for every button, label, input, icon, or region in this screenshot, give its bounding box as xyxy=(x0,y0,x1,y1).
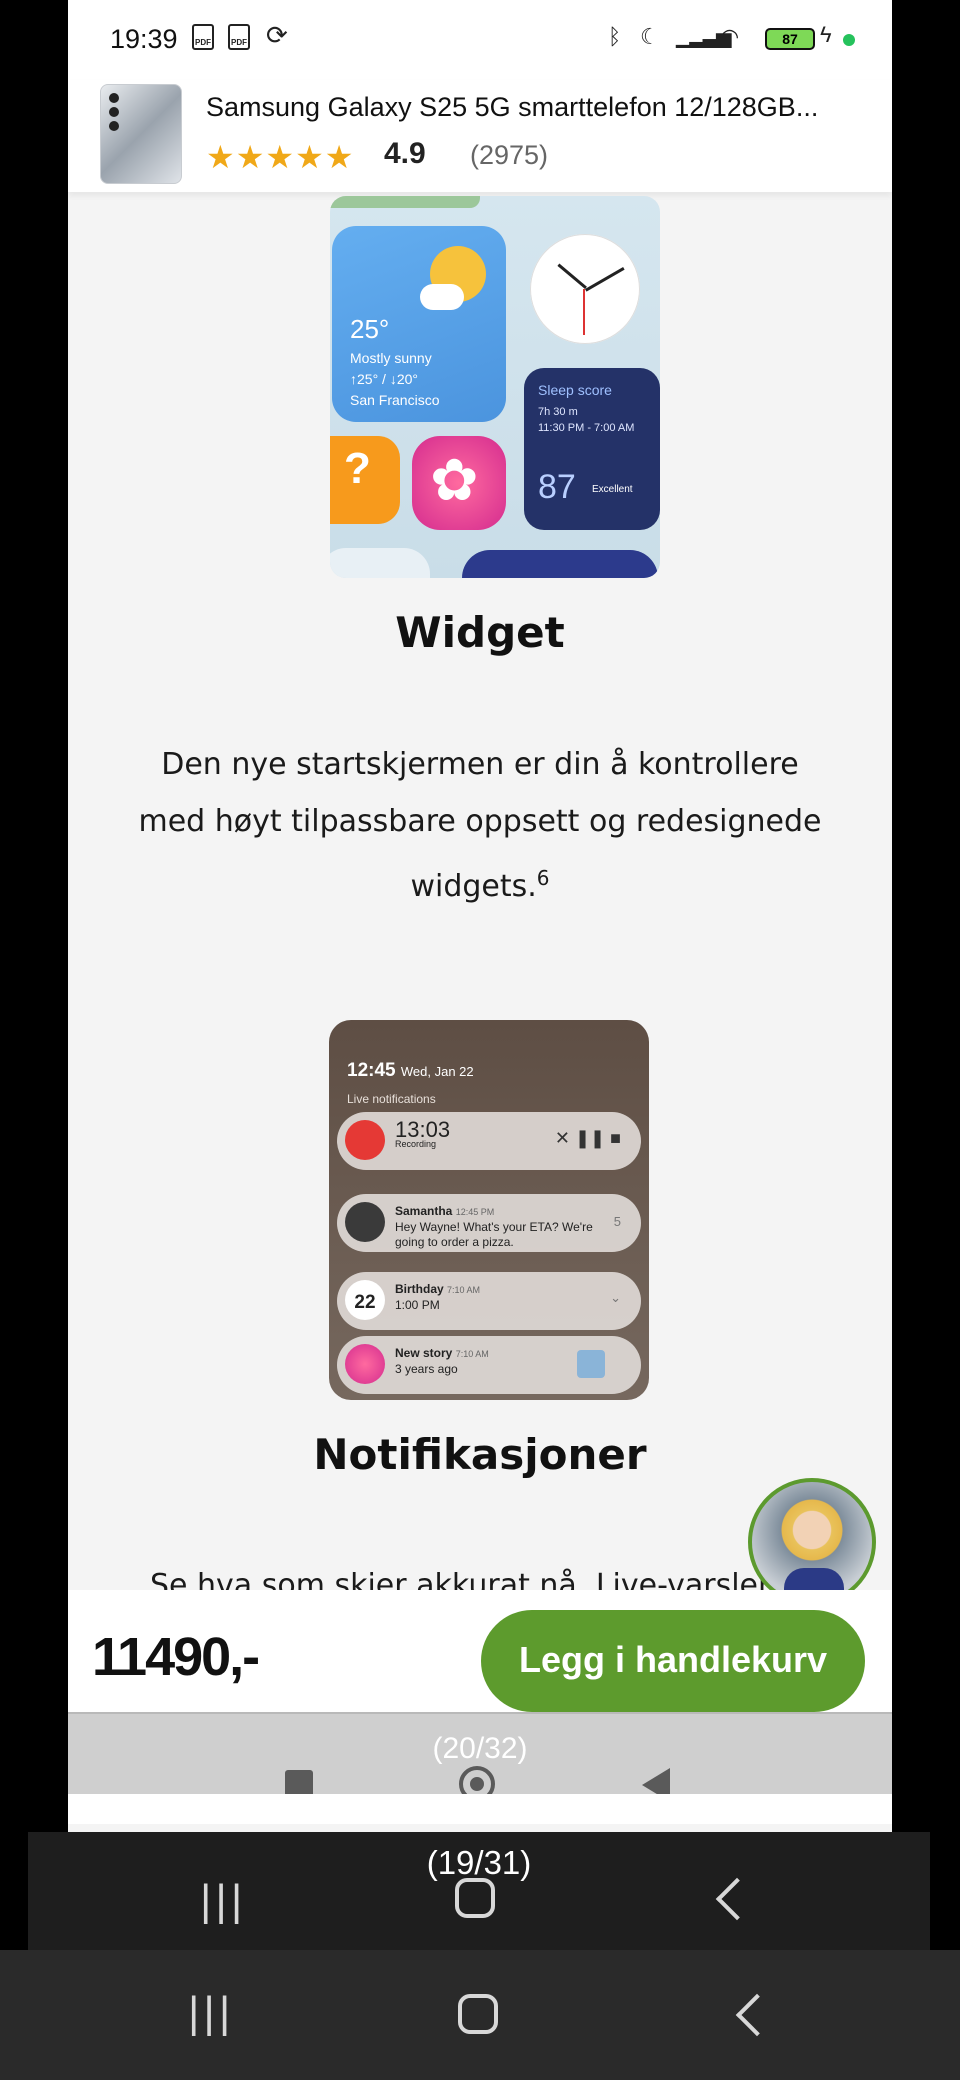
back-icon[interactable] xyxy=(735,1993,779,2037)
calendar-notification: 22 Birthday 7:10 AM 1:00 PM ⌄ xyxy=(337,1272,641,1330)
sleep-rating: Excellent xyxy=(592,484,633,495)
status-bar: 19:39 PDF PDF ⟳ ᛒ ☾ ▁▂▃▅ ◠ 87 ϟ xyxy=(68,0,892,80)
add-to-cart-button[interactable]: Legg i handlekurv xyxy=(481,1610,865,1712)
widget-strip xyxy=(330,196,480,208)
widget-section-body: Den nye startskjermen er din å kontrolle… xyxy=(138,747,822,904)
bluetooth-icon: ᛒ xyxy=(608,24,622,49)
recorder-icon xyxy=(345,1120,385,1160)
clock-minute-hand xyxy=(585,267,625,292)
camera-lens xyxy=(109,107,119,117)
clock-hour-hand xyxy=(557,263,587,289)
sleep-widget: Sleep score 7h 30 m 11:30 PM - 7:00 AM 8… xyxy=(524,368,660,530)
battery-icon: 87 xyxy=(765,28,815,50)
weather-widget: 25° Mostly sunny ↑25° / ↓20° San Francis… xyxy=(332,226,506,422)
pdf-icon: PDF xyxy=(228,24,250,50)
chevron-down-icon: ⌄ xyxy=(610,1290,621,1305)
back-icon[interactable] xyxy=(715,1877,759,1921)
status-time: 19:39 xyxy=(110,24,178,54)
widget-section-title: Widget xyxy=(395,608,565,657)
review-count[interactable]: (2975) xyxy=(470,140,548,171)
product-header[interactable]: Samsung Galaxy S25 5G smarttelefon 12/12… xyxy=(68,80,892,192)
weather-temperature: 25° xyxy=(350,314,390,344)
lockscreen-time: 12:45 Wed, Jan 22 xyxy=(347,1060,474,1081)
live-notifications-label: Live notifications xyxy=(347,1092,436,1106)
recording-time: 13:03 xyxy=(395,1117,451,1142)
calendar-sub: 1:00 PM xyxy=(395,1298,440,1312)
weather-condition: Mostly sunny xyxy=(350,350,432,366)
recents-icon[interactable]: ||| xyxy=(200,1876,246,1926)
message-time: 12:45 PM xyxy=(455,1207,495,1217)
widget-partial xyxy=(330,548,430,578)
home-icon[interactable] xyxy=(455,1878,495,1918)
weather-range: ↑25° / ↓20° xyxy=(350,371,419,387)
sleep-score: 87 xyxy=(538,468,576,506)
message-sender: Samantha xyxy=(395,1204,453,1218)
recents-icon[interactable]: ||| xyxy=(188,1988,234,2038)
widget-image: 25° Mostly sunny ↑25° / ↓20° San Francis… xyxy=(330,196,660,578)
calendar-title: Birthday xyxy=(395,1282,444,1296)
message-text: Hey Wayne! What's your ETA? We're going … xyxy=(395,1220,593,1249)
flower-icon: ✿ xyxy=(430,448,479,513)
buy-bar: 11490,- Legg i handlekurv xyxy=(68,1590,892,1712)
inner-bottom-strip xyxy=(68,1794,892,1824)
avatar xyxy=(345,1202,385,1242)
help-widget: ? xyxy=(330,436,400,524)
sleep-duration: 7h 30 m xyxy=(538,406,578,418)
cloud-icon xyxy=(420,284,464,310)
middle-navigation-bar: (19/31) ||| xyxy=(28,1832,930,1950)
widget-section-text: Den nye startskjermen er din å kontrolle… xyxy=(128,736,832,915)
playback-controls-icon: ✕ ❚❚ ■ xyxy=(554,1128,621,1148)
story-title: New story xyxy=(395,1346,453,1360)
home-icon[interactable] xyxy=(458,1994,498,2034)
recording-notification: 13:03 Recording ✕ ❚❚ ■ xyxy=(337,1112,641,1170)
footnote-marker[interactable]: 6 xyxy=(537,866,550,890)
inner-navigation-bar: (20/32) xyxy=(68,1712,892,1802)
gallery-app-icon: ✿ xyxy=(412,436,506,530)
camera-lens xyxy=(109,121,119,131)
system-navigation-bar: ||| xyxy=(0,1950,960,2080)
notifications-image: 12:45 Wed, Jan 22 Live notifications 13:… xyxy=(329,1020,649,1400)
widget-partial xyxy=(462,550,658,578)
sleep-label: Sleep score xyxy=(538,382,612,398)
sync-icon: ⟳ xyxy=(266,20,288,50)
story-notification: New story 7:10 AM 3 years ago xyxy=(337,1336,641,1394)
weather-city: San Francisco xyxy=(350,392,440,408)
weather-details: Mostly sunny ↑25° / ↓20° San Francisco xyxy=(350,348,439,411)
camera-lens xyxy=(109,93,119,103)
clock-second-hand xyxy=(583,289,585,335)
gallery-icon xyxy=(345,1344,385,1384)
clock-widget xyxy=(530,234,640,344)
price: 11490,- xyxy=(92,1627,260,1687)
message-count: 5 xyxy=(613,1214,621,1229)
calendar-icon: 22 xyxy=(345,1280,385,1320)
story-sub: 3 years ago xyxy=(395,1362,458,1376)
notifications-section-title: Notifikasjoner xyxy=(313,1430,647,1479)
product-title: Samsung Galaxy S25 5G smarttelefon 12/12… xyxy=(206,92,819,122)
message-notification: Samantha 12:45 PM Hey Wayne! What's your… xyxy=(337,1194,641,1252)
rating-stars: ★★★★★ xyxy=(206,139,355,175)
story-thumbnail xyxy=(577,1350,605,1378)
wifi-icon: ◠ xyxy=(720,24,740,49)
moon-icon: ☾ xyxy=(640,24,660,49)
product-thumbnail xyxy=(100,84,182,184)
story-time: 7:10 AM xyxy=(455,1349,489,1359)
phone-screen: 19:39 PDF PDF ⟳ ᛒ ☾ ▁▂▃▅ ◠ 87 ϟ Samsung … xyxy=(68,0,892,1832)
sleep-details: 7h 30 m 11:30 PM - 7:00 AM xyxy=(538,404,634,436)
screenshot-counter: (19/31) xyxy=(426,1844,532,1881)
chat-agent-avatar[interactable] xyxy=(748,1478,876,1606)
charging-icon: ϟ xyxy=(820,22,832,47)
pdf-icon: PDF xyxy=(192,24,214,50)
question-mark-icon: ? xyxy=(344,444,371,493)
privacy-dot xyxy=(843,34,855,46)
screenshot-counter: (20/32) xyxy=(432,1732,528,1765)
rating-value: 4.9 xyxy=(384,137,426,170)
sleep-window: 11:30 PM - 7:00 AM xyxy=(538,422,635,434)
calendar-time: 7:10 AM xyxy=(447,1285,481,1295)
